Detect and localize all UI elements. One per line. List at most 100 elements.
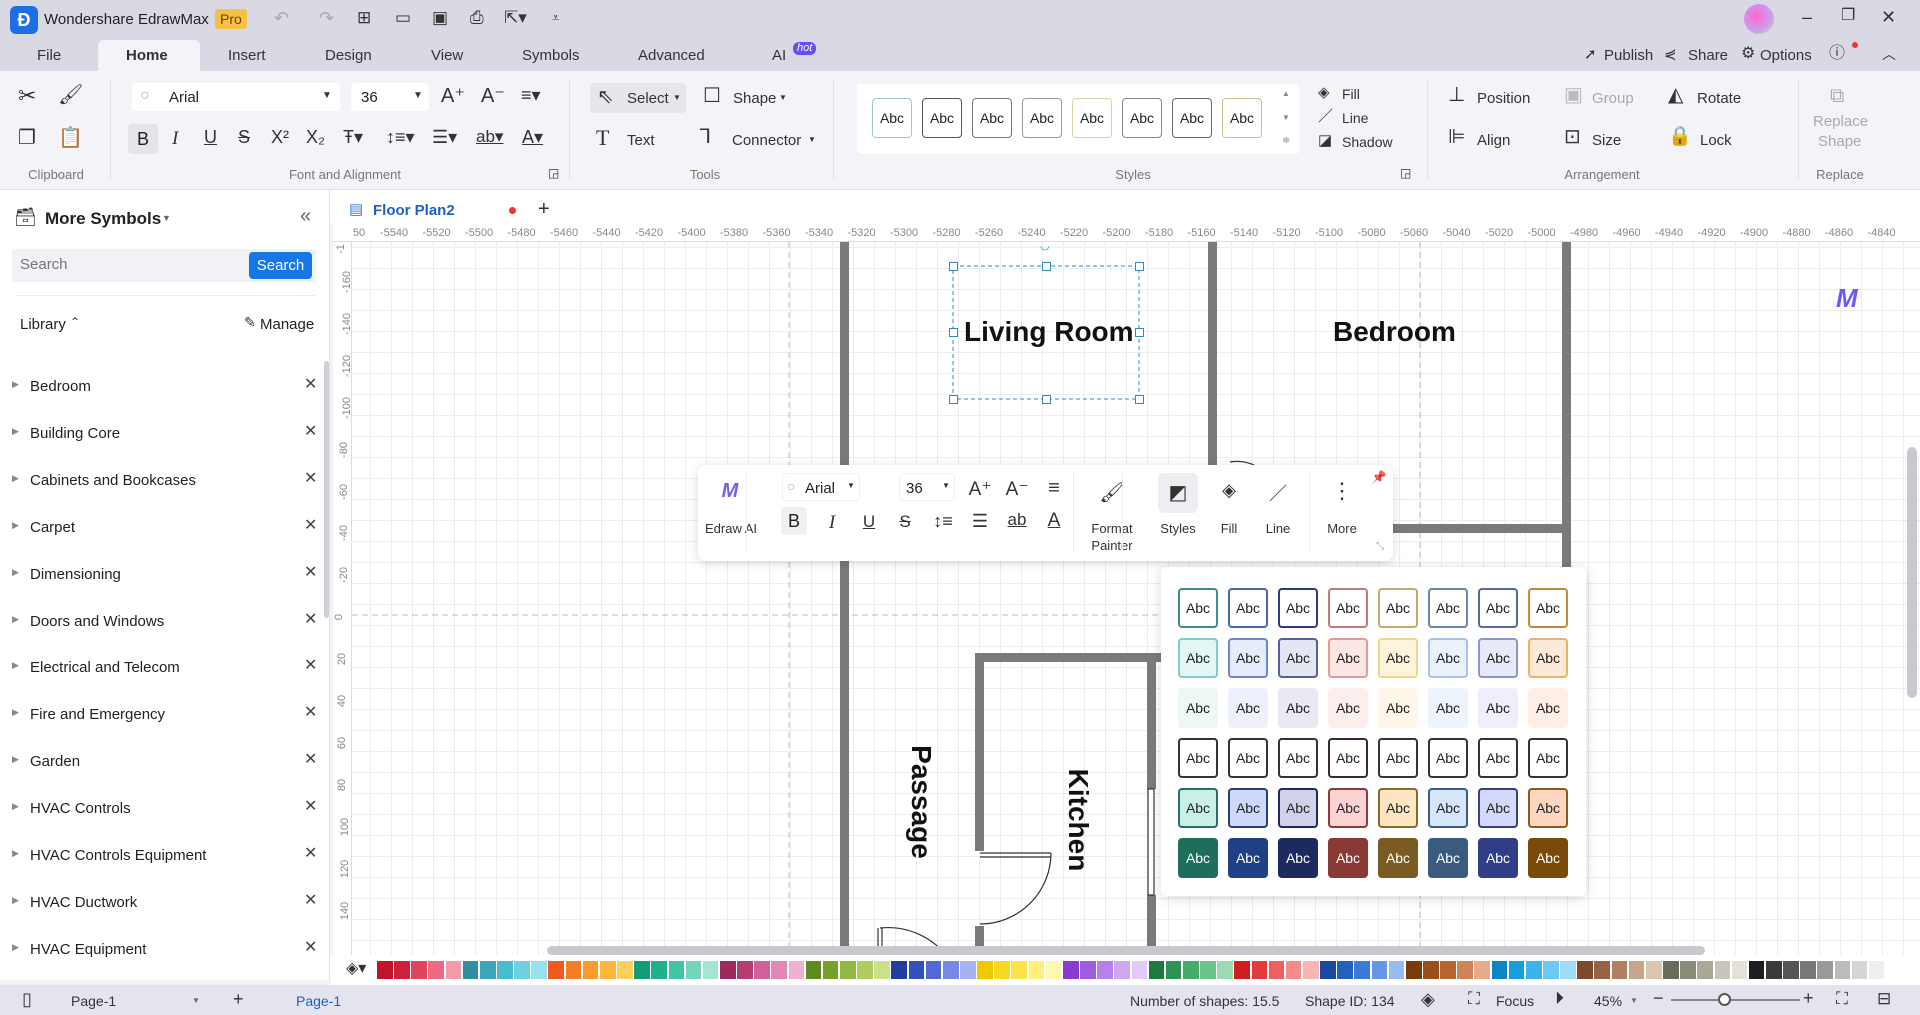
print-icon[interactable]: ⎙ bbox=[470, 9, 484, 26]
close-icon[interactable]: ✕ bbox=[304, 564, 317, 581]
style-preset[interactable]: Abc bbox=[1478, 788, 1518, 828]
export-icon[interactable]: ⇱▾ bbox=[504, 9, 527, 26]
help-icon[interactable]: ⓘ bbox=[1829, 46, 1845, 62]
color-swatch[interactable] bbox=[1611, 961, 1628, 979]
library-item[interactable]: ▶ Doors and Windows ✕ bbox=[0, 606, 326, 636]
sidebar-title[interactable]: More Symbols bbox=[45, 210, 161, 227]
style-preset[interactable]: Abc bbox=[1428, 638, 1468, 678]
tab-ai[interactable]: AI bbox=[772, 47, 786, 64]
close-icon[interactable]: ✕ bbox=[304, 611, 317, 628]
color-swatch[interactable] bbox=[754, 961, 770, 979]
pin-icon[interactable]: 📌 bbox=[1372, 470, 1387, 484]
color-swatch[interactable] bbox=[582, 961, 599, 979]
bullet-list-icon[interactable]: ☰▾ bbox=[432, 128, 457, 146]
chevron-up-icon[interactable]: ⌃ bbox=[70, 316, 80, 328]
color-swatch[interactable] bbox=[891, 961, 908, 979]
caret-right-icon[interactable]: ▶ bbox=[12, 520, 19, 530]
chevron-down-icon[interactable]: ▼ bbox=[1630, 997, 1638, 1005]
color-swatch[interactable] bbox=[1834, 961, 1851, 979]
style-preset[interactable]: Abc bbox=[1278, 838, 1318, 878]
resize-handle[interactable] bbox=[949, 328, 958, 337]
float-size-select[interactable]: 36 ▼ bbox=[899, 473, 955, 501]
color-swatch[interactable] bbox=[737, 961, 753, 979]
caret-right-icon[interactable]: ▶ bbox=[12, 942, 19, 952]
redo-icon[interactable]: ↷ bbox=[319, 9, 334, 27]
color-swatch[interactable] bbox=[1114, 961, 1130, 979]
color-swatch[interactable] bbox=[1748, 961, 1765, 979]
close-icon[interactable]: ✕ bbox=[304, 892, 317, 909]
shape-icon[interactable]: ☐ bbox=[703, 86, 721, 106]
color-swatch[interactable] bbox=[1851, 961, 1868, 979]
color-swatch[interactable] bbox=[1165, 961, 1182, 979]
style-preset[interactable]: Abc bbox=[1278, 788, 1318, 828]
vertical-scrollbar[interactable] bbox=[1907, 447, 1917, 698]
options-button[interactable]: Options bbox=[1760, 47, 1812, 64]
fill-icon[interactable]: ◈ bbox=[1222, 480, 1236, 501]
font-color-icon[interactable]: A bbox=[1048, 510, 1061, 532]
color-swatch[interactable] bbox=[445, 961, 462, 979]
style-preset[interactable]: Abc bbox=[1178, 638, 1218, 678]
styles-icon[interactable]: ◩ bbox=[1169, 480, 1188, 505]
fit-page-icon[interactable]: ⛶ bbox=[1836, 990, 1848, 1007]
color-swatch[interactable] bbox=[1560, 961, 1576, 979]
library-item[interactable]: ▶ Dimensioning ✕ bbox=[0, 559, 326, 589]
color-swatch[interactable] bbox=[942, 961, 959, 979]
color-swatch[interactable] bbox=[1182, 961, 1199, 979]
format-painter-button[interactable]: Format bbox=[1091, 521, 1132, 536]
library-item[interactable]: ▶ Cabinets and Bookcases ✕ bbox=[0, 465, 326, 495]
color-swatch[interactable] bbox=[1251, 961, 1268, 979]
resize-handle[interactable] bbox=[949, 262, 958, 271]
color-swatch[interactable] bbox=[1320, 961, 1336, 979]
color-swatch[interactable] bbox=[771, 961, 788, 979]
italic-icon[interactable]: I bbox=[172, 129, 178, 148]
library-item[interactable]: ▶ Building Core ✕ bbox=[0, 418, 326, 448]
color-swatch[interactable] bbox=[839, 961, 856, 979]
close-icon[interactable]: ✕ bbox=[304, 658, 317, 674]
line-spacing-icon[interactable]: ↕≡▾ bbox=[386, 128, 415, 146]
color-swatch[interactable] bbox=[719, 961, 736, 979]
style-preset[interactable]: Abc bbox=[1328, 588, 1368, 628]
style-preset[interactable]: Abc bbox=[1072, 98, 1112, 138]
style-preset[interactable]: Abc bbox=[1428, 688, 1468, 728]
subscript-icon[interactable]: X₂ bbox=[306, 128, 325, 146]
collapse-sidebar-icon[interactable]: « bbox=[300, 206, 311, 226]
position-button[interactable]: Position bbox=[1477, 90, 1530, 107]
color-swatch[interactable] bbox=[497, 961, 513, 979]
color-swatch[interactable] bbox=[1817, 961, 1834, 979]
color-swatch[interactable] bbox=[1594, 961, 1611, 979]
close-icon[interactable]: ✕ bbox=[304, 939, 317, 956]
style-preset[interactable]: Abc bbox=[1178, 738, 1218, 778]
style-preset[interactable]: Abc bbox=[1528, 738, 1568, 778]
caret-right-icon[interactable]: ▶ bbox=[12, 802, 19, 811]
fullscreen-icon[interactable]: ⊟ bbox=[1877, 990, 1891, 1007]
styles-button[interactable]: Styles bbox=[1160, 521, 1195, 536]
color-swatch[interactable] bbox=[1097, 961, 1113, 979]
color-swatch[interactable] bbox=[1491, 961, 1508, 979]
tab-symbols[interactable]: Symbols bbox=[522, 47, 580, 64]
color-swatch[interactable] bbox=[1663, 961, 1679, 979]
tab-view[interactable]: View bbox=[431, 47, 463, 64]
layers-icon[interactable]: ◈ bbox=[1421, 990, 1435, 1008]
strikethrough-icon[interactable]: S bbox=[238, 128, 250, 146]
close-icon[interactable]: ✕ bbox=[1881, 8, 1896, 26]
color-swatch[interactable] bbox=[1440, 961, 1456, 979]
style-preset[interactable]: Abc bbox=[1528, 838, 1568, 878]
tab-home[interactable]: Home bbox=[126, 47, 168, 64]
color-swatch[interactable] bbox=[1800, 961, 1816, 979]
expand-dialog-icon[interactable]: ◲ bbox=[548, 167, 559, 179]
page-view-icon[interactable]: ▯ bbox=[22, 990, 32, 1008]
connector-button[interactable]: Connector bbox=[732, 132, 801, 149]
caret-right-icon[interactable]: ▶ bbox=[12, 567, 19, 577]
close-icon[interactable]: ✕ bbox=[304, 470, 317, 487]
add-page-icon[interactable]: + bbox=[233, 990, 244, 1008]
search-input[interactable] bbox=[20, 256, 240, 273]
color-swatch[interactable] bbox=[394, 961, 410, 979]
style-preset[interactable]: Abc bbox=[1178, 588, 1218, 628]
shrink-icon[interactable]: ⤡ bbox=[1376, 541, 1384, 552]
edraw-ai-button[interactable]: Edraw AI bbox=[705, 521, 757, 536]
color-swatch[interactable] bbox=[1062, 961, 1079, 979]
zoom-out-icon[interactable]: − bbox=[1653, 989, 1664, 1007]
color-swatch[interactable] bbox=[702, 961, 719, 979]
room-label-kitchen[interactable]: Kitchen bbox=[1063, 769, 1094, 872]
caret-right-icon[interactable]: ▶ bbox=[12, 849, 19, 858]
